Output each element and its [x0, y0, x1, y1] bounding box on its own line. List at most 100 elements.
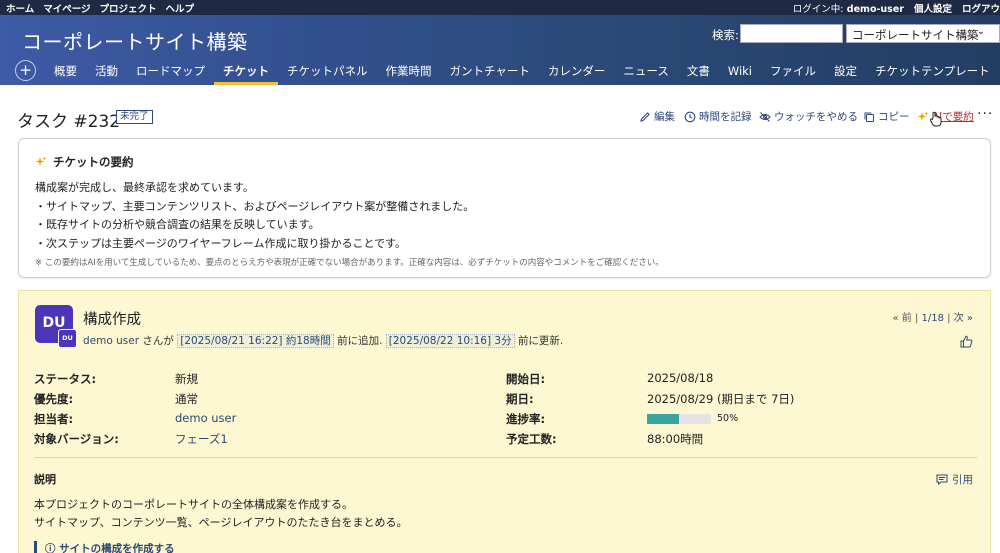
created-suffix: 前に追加. [337, 335, 383, 347]
tab-11[interactable]: ファイル [761, 63, 825, 85]
attr-value: 2025/08/29 (期日まで 7日) [647, 392, 795, 406]
tab-9[interactable]: 文書 [678, 63, 719, 85]
hand-cursor-icon [929, 111, 942, 127]
project-jump-select[interactable]: コーポレートサイト構築 ⌄ [846, 24, 1000, 43]
top-link-projects[interactable]: プロジェクト [100, 1, 157, 15]
edit-label: 編集 [654, 111, 675, 123]
sparkle-icon [35, 156, 47, 166]
attr-label: 開始日: [506, 372, 546, 386]
author-link[interactable]: demo user [83, 335, 139, 347]
progress-text: 50% [717, 413, 739, 424]
top-link-home[interactable]: ホーム [6, 1, 34, 15]
attr-label: 優先度: [34, 392, 74, 406]
progress-bar [647, 413, 711, 424]
attr-value: 88:00時間 [647, 432, 704, 446]
version-link[interactable]: フェーズ1 [175, 431, 228, 447]
summary-body: 構成案が完成し、最終承認を求めています。 ・サイトマップ、主要コンテンツリスト、… [35, 179, 474, 253]
attr-label: 担当者: [34, 412, 74, 426]
summary-heading: チケットの要約 [35, 154, 134, 170]
subheading-label: サイトの構成を作成する [59, 543, 175, 553]
tab-3[interactable]: チケット [214, 63, 278, 85]
attr-label: 期日: [506, 392, 534, 406]
search-label: 検索: [712, 28, 739, 42]
attr-value: 50% [647, 411, 738, 425]
copy-icon [864, 112, 874, 122]
tab-10[interactable]: Wiki [719, 63, 761, 85]
top-menu-bar: ホーム マイページ プロジェクト ヘルプ ログイン中: demo-user 個人… [0, 0, 1000, 15]
status-badge: 未完了 [116, 110, 153, 124]
summary-bullet: ・サイトマップ、主要コンテンツリスト、およびページレイアウト案が整備されました。 [35, 199, 475, 213]
pager-next[interactable]: 次 » [954, 313, 973, 324]
project-select-value: コーポレートサイト構築 [852, 28, 979, 42]
description-line: 本プロジェクトのコーポレートサイトの全体構成案を作成する。 [34, 498, 353, 511]
issue-meta: demo user さんが [2025/08/21 16:22] 約18時間 前… [83, 333, 563, 348]
info-icon: ⓘ [45, 543, 56, 553]
search-input[interactable] [740, 24, 843, 43]
attr-label: ステータス: [34, 372, 97, 386]
attr-value: 通常 [175, 392, 198, 406]
unwatch-button[interactable]: ウォッチをやめる [759, 109, 858, 124]
sparkle-icon [917, 111, 929, 121]
top-link-help[interactable]: ヘルプ [166, 1, 195, 15]
tab-0[interactable]: 概要 [45, 63, 86, 85]
pencil-icon [640, 111, 650, 122]
copy-label: コピー [878, 111, 910, 123]
clock-icon [684, 111, 696, 122]
log-time-label: 時間を記録 [699, 111, 752, 123]
tab-2[interactable]: ロードマップ [127, 63, 214, 85]
log-time-button[interactable]: 時間を記録 [684, 109, 752, 124]
more-actions-button[interactable]: ··· [977, 106, 993, 122]
tab-5[interactable]: 作業時間 [377, 63, 441, 85]
comment-icon [936, 474, 948, 485]
tab-12[interactable]: 設定 [825, 63, 866, 85]
logged-in-as: ログイン中: demo-user [793, 1, 904, 15]
page-title: タスク #232 [17, 112, 121, 132]
thumbs-up-icon[interactable] [960, 335, 973, 348]
project-header: コーポレートサイト構築 検索: コーポレートサイト構築 ⌄ + 概要 活動 ロードマ… [0, 15, 1000, 85]
attr-value: 2025/08/18 [647, 371, 714, 385]
tab-8[interactable]: ニュース [614, 63, 677, 85]
description-body: 本プロジェクトのコーポレートサイトの全体構成案を作成する。 サイトマップ、コンテ… [34, 496, 407, 532]
project-tabs: 概要 活動 ロードマップ チケット チケットパネル 作業時間 ガントチャート カレンダー ニュー… [45, 63, 999, 85]
chevron-down-icon: ⌄ [976, 26, 985, 37]
divider [34, 457, 977, 458]
progress-fill [647, 413, 679, 424]
tab-4[interactable]: チケットパネル [278, 63, 377, 85]
copy-button[interactable]: コピー [863, 109, 910, 124]
ai-summary-button[interactable]: AIで要約 [917, 109, 974, 124]
login-label: ログイン中: [792, 4, 844, 15]
tab-7[interactable]: カレンダー [539, 63, 615, 85]
tab-1[interactable]: 活動 [86, 63, 127, 85]
description-subheading: ⓘ サイトの構成を作成する [34, 541, 175, 553]
description-line: サイトマップ、コンテンツ一覧、ページレイアウトのたたき台をまとめる。 [34, 516, 408, 529]
issue-pager: « 前 | 1/18 | 次 » [892, 313, 973, 324]
tab-13[interactable]: チケットテンプレート [866, 63, 999, 85]
pager-prev[interactable]: « 前 [892, 313, 911, 324]
summary-bullet: ・既存サイトの分析や競合調査の結果を反映しています。 [35, 218, 320, 231]
author-suffix: さんが [142, 335, 174, 347]
new-object-button[interactable]: + [15, 60, 36, 81]
issue-subject: 構成作成 [83, 312, 141, 328]
login-user-link[interactable]: demo-user [847, 4, 904, 15]
updated-suffix: 前に更新. [517, 335, 564, 347]
top-link-my-account[interactable]: 個人設定 [914, 1, 952, 15]
quote-label: 引用 [952, 474, 973, 486]
top-link-logout[interactable]: ログアウ [962, 1, 1000, 15]
project-menu: + 概要 活動 ロードマップ チケット チケットパネル 作業時間 ガントチャート カレンダーニ… [0, 60, 1000, 85]
pager-position[interactable]: 1/18 [922, 313, 944, 324]
eye-off-icon [759, 111, 771, 122]
description-heading: 説明 [34, 473, 56, 486]
project-title: コーポレートサイト構築 [22, 30, 248, 54]
assignee-link[interactable]: demo user [175, 411, 236, 425]
summary-title: チケットの要約 [53, 155, 134, 169]
tab-6[interactable]: ガントチャート [441, 63, 539, 85]
updated-timestamp-link[interactable]: [2025/08/22 10:16] 3分 [385, 334, 515, 348]
created-timestamp-link[interactable]: [2025/08/21 16:22] 約18時間 [177, 334, 334, 348]
issue-detail-panel: DU DU 構成作成 demo user さんが [2025/08/21 16:… [18, 290, 991, 553]
edit-button[interactable]: 編集 [639, 109, 675, 124]
attr-label: 対象バージョン: [34, 432, 119, 446]
attr-label: 予定工数: [506, 432, 557, 446]
attr-label: 進捗率: [506, 412, 546, 426]
top-link-mypage[interactable]: マイページ [43, 1, 90, 15]
quote-button[interactable]: 引用 [936, 472, 973, 487]
